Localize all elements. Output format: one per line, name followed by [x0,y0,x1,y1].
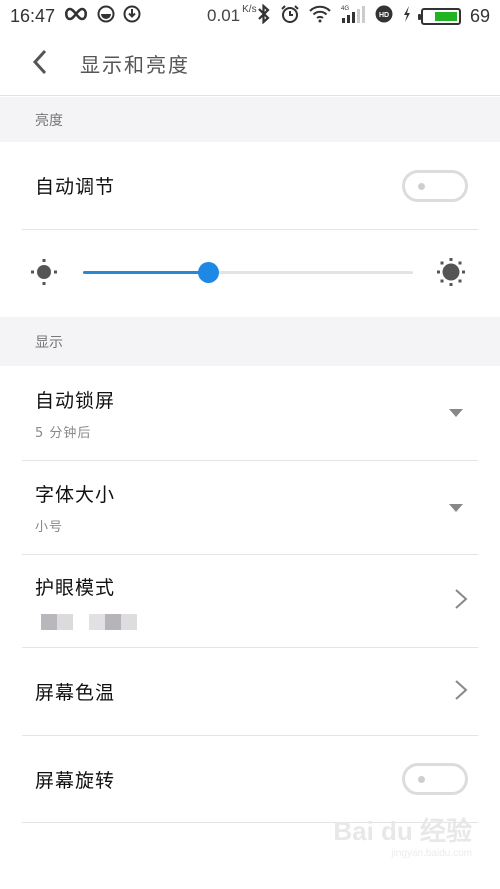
infinity-icon [63,6,89,26]
chevron-left-icon [32,49,48,79]
auto-lock-row[interactable]: 自动锁屏 5 分钟后 [0,366,500,460]
auto-lock-value: 5 分钟后 [35,425,92,441]
status-time: 16:47 [10,5,56,26]
font-size-value: 小号 [35,520,64,535]
dropdown-arrow-icon[interactable] [449,503,463,512]
obscured-text-block [89,613,137,630]
eye-protection-value-obscured [35,613,137,630]
toggle-knob [418,182,425,190]
alarm-icon [280,4,300,29]
status-bar: 16:47 0.01 K/s 4G HD 69 [0,0,500,32]
brightness-slider[interactable] [83,262,413,283]
eye-protection-row[interactable]: 护眼模式 [0,555,500,647]
wifi-icon [309,5,331,28]
download-icon [123,5,141,28]
auto-adjust-toggle[interactable] [402,169,468,202]
section-label: 显示 [35,334,63,351]
brightness-slider-fill [83,271,209,274]
svg-text:4G: 4G [341,6,349,12]
hd-icon: HD [375,5,393,28]
obscured-text-block [35,613,73,630]
screen-rotation-label: 屏幕旋转 [35,769,116,792]
bluetooth-icon [257,3,271,29]
brightness-low-icon [30,258,58,290]
chevron-right-icon[interactable] [454,679,468,705]
signal-icon: 4G [340,4,366,29]
battery-level-fill [434,11,457,21]
font-size-row[interactable]: 字体大小 小号 [0,461,500,554]
network-speed-value: 0.01 [207,6,241,25]
data-saver-icon [97,5,115,28]
watermark-brand: Bai du 经验 [333,816,472,846]
section-label: 亮度 [35,112,63,129]
toggle-knob [418,776,425,783]
auto-adjust-label: 自动调节 [35,176,116,198]
auto-adjust-row[interactable]: 自动调节 [0,142,500,229]
chevron-right-icon[interactable] [454,588,468,614]
color-temperature-row[interactable]: 屏幕色温 [0,648,500,735]
font-size-label: 字体大小 [35,484,116,506]
page-title: 显示和亮度 [80,53,190,77]
watermark: Bai du 经验 jingyan.baidu.com [333,811,472,859]
screen-rotation-row[interactable]: 屏幕旋转 [0,736,500,822]
network-speed: 0.01 K/s [207,4,257,26]
brightness-high-icon [436,257,466,291]
svg-text:HD: HD [379,12,389,19]
dropdown-arrow-icon[interactable] [449,409,463,417]
charging-icon [402,5,412,28]
color-temperature-label: 屏幕色温 [35,682,116,704]
battery-percent: 69 [469,5,490,26]
section-header-display: 显示 [0,317,500,366]
auto-lock-label: 自动锁屏 [35,389,116,412]
app-header: 显示和亮度 [0,32,500,96]
eye-protection-label: 护眼模式 [35,576,116,599]
battery-icon [417,7,461,25]
back-button[interactable] [0,32,80,96]
screen-rotation-toggle[interactable] [402,763,468,795]
section-header-brightness: 亮度 [0,97,500,142]
watermark-url: jingyan.baidu.com [391,848,472,859]
network-speed-unit: K/s [242,4,257,15]
